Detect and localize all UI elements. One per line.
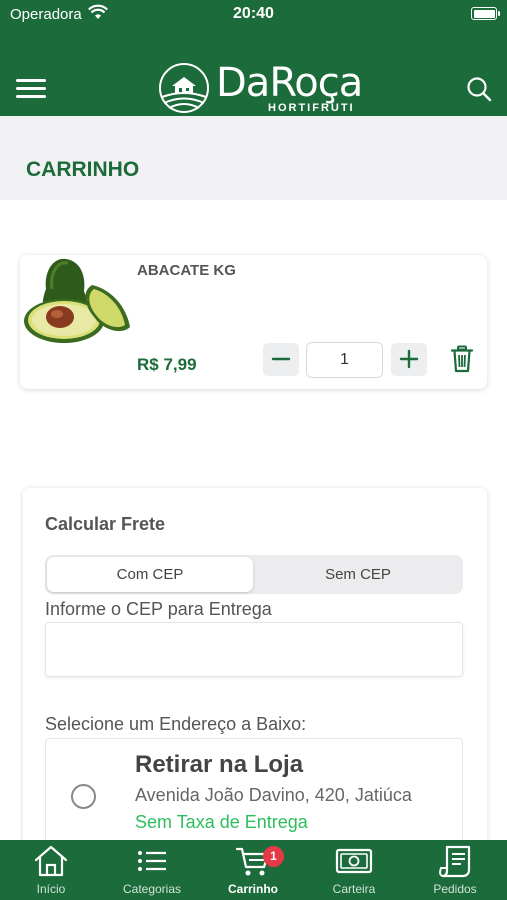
plus-icon [399,349,419,369]
wallet-icon [335,848,373,874]
farm-logo-icon [159,63,209,113]
tab-inicio[interactable]: Início [1,840,101,900]
radio-button[interactable] [71,784,96,809]
decrease-quantity-button[interactable] [263,343,299,376]
product-price: R$ 7,99 [137,355,197,374]
tab-com-cep[interactable]: Com CEP [47,557,253,592]
address-section-label: Selecione um Endereço a Baixo: [45,714,307,734]
brand-logo: DaRoça HORTIFRUTI [158,60,363,116]
quantity-input[interactable]: 1 [306,342,383,378]
tab-pedidos[interactable]: Pedidos [405,840,505,900]
shipping-calculator: Calcular Frete Com CEP Sem CEP Informe o… [23,488,487,848]
shipping-title: Calcular Frete [45,514,166,534]
status-bar: Operadora 20:40 [0,0,507,30]
cart-count-badge: 1 [263,846,284,867]
cart-item: ABACATE KG R$ 7,99 1 [20,255,487,389]
battery-icon [471,7,500,20]
list-icon [138,851,166,871]
tab-categorias[interactable]: Categorias [102,840,202,900]
increase-quantity-button[interactable] [391,343,427,376]
brand-subtitle: HORTIFRUTI [268,102,355,114]
address-fee: Sem Taxa de Entrega [135,812,308,832]
trash-icon[interactable] [450,345,474,373]
receipt-icon [438,845,471,878]
tab-label: Carrinho [227,882,278,896]
tab-carrinho[interactable]: Carrinho [203,840,303,900]
minus-icon [271,357,291,361]
tab-label: Categorias [122,882,182,896]
address-option-store-pickup[interactable]: Retirar na Loja Avenida João Davino, 420… [45,738,463,848]
search-icon[interactable] [466,76,492,102]
shipping-mode-segmented-control: Com CEP Sem CEP [45,555,463,594]
tab-label: Início [36,882,66,896]
tab-label: Pedidos [433,882,477,896]
main-content: ABACATE KG R$ 7,99 1 Calcular Frete Com … [0,200,507,848]
bottom-tab-bar: Início Categorias Carrinho 1 Carteira Pe… [0,840,507,900]
avocado-image [24,258,130,343]
address-street: Avenida João Davino, 420, Jatiúca [135,785,412,805]
tab-sem-cep[interactable]: Sem CEP [255,557,461,592]
tab-label: Carteira [332,882,376,896]
cep-input[interactable] [45,622,463,677]
app-header: DaRoça HORTIFRUTI [0,30,507,116]
page-title: CARRINHO [26,158,140,181]
brand-name: DaRoça [216,60,363,106]
product-name: ABACATE KG [137,262,236,279]
hamburger-menu-icon[interactable] [16,79,46,101]
address-name: Retirar na Loja [135,751,304,778]
page-title-bar: CARRINHO [0,116,507,200]
home-icon [34,845,68,877]
clock: 20:40 [233,5,274,22]
tab-carteira[interactable]: Carteira [304,840,404,900]
cep-field-label: Informe o CEP para Entrega [45,599,272,619]
